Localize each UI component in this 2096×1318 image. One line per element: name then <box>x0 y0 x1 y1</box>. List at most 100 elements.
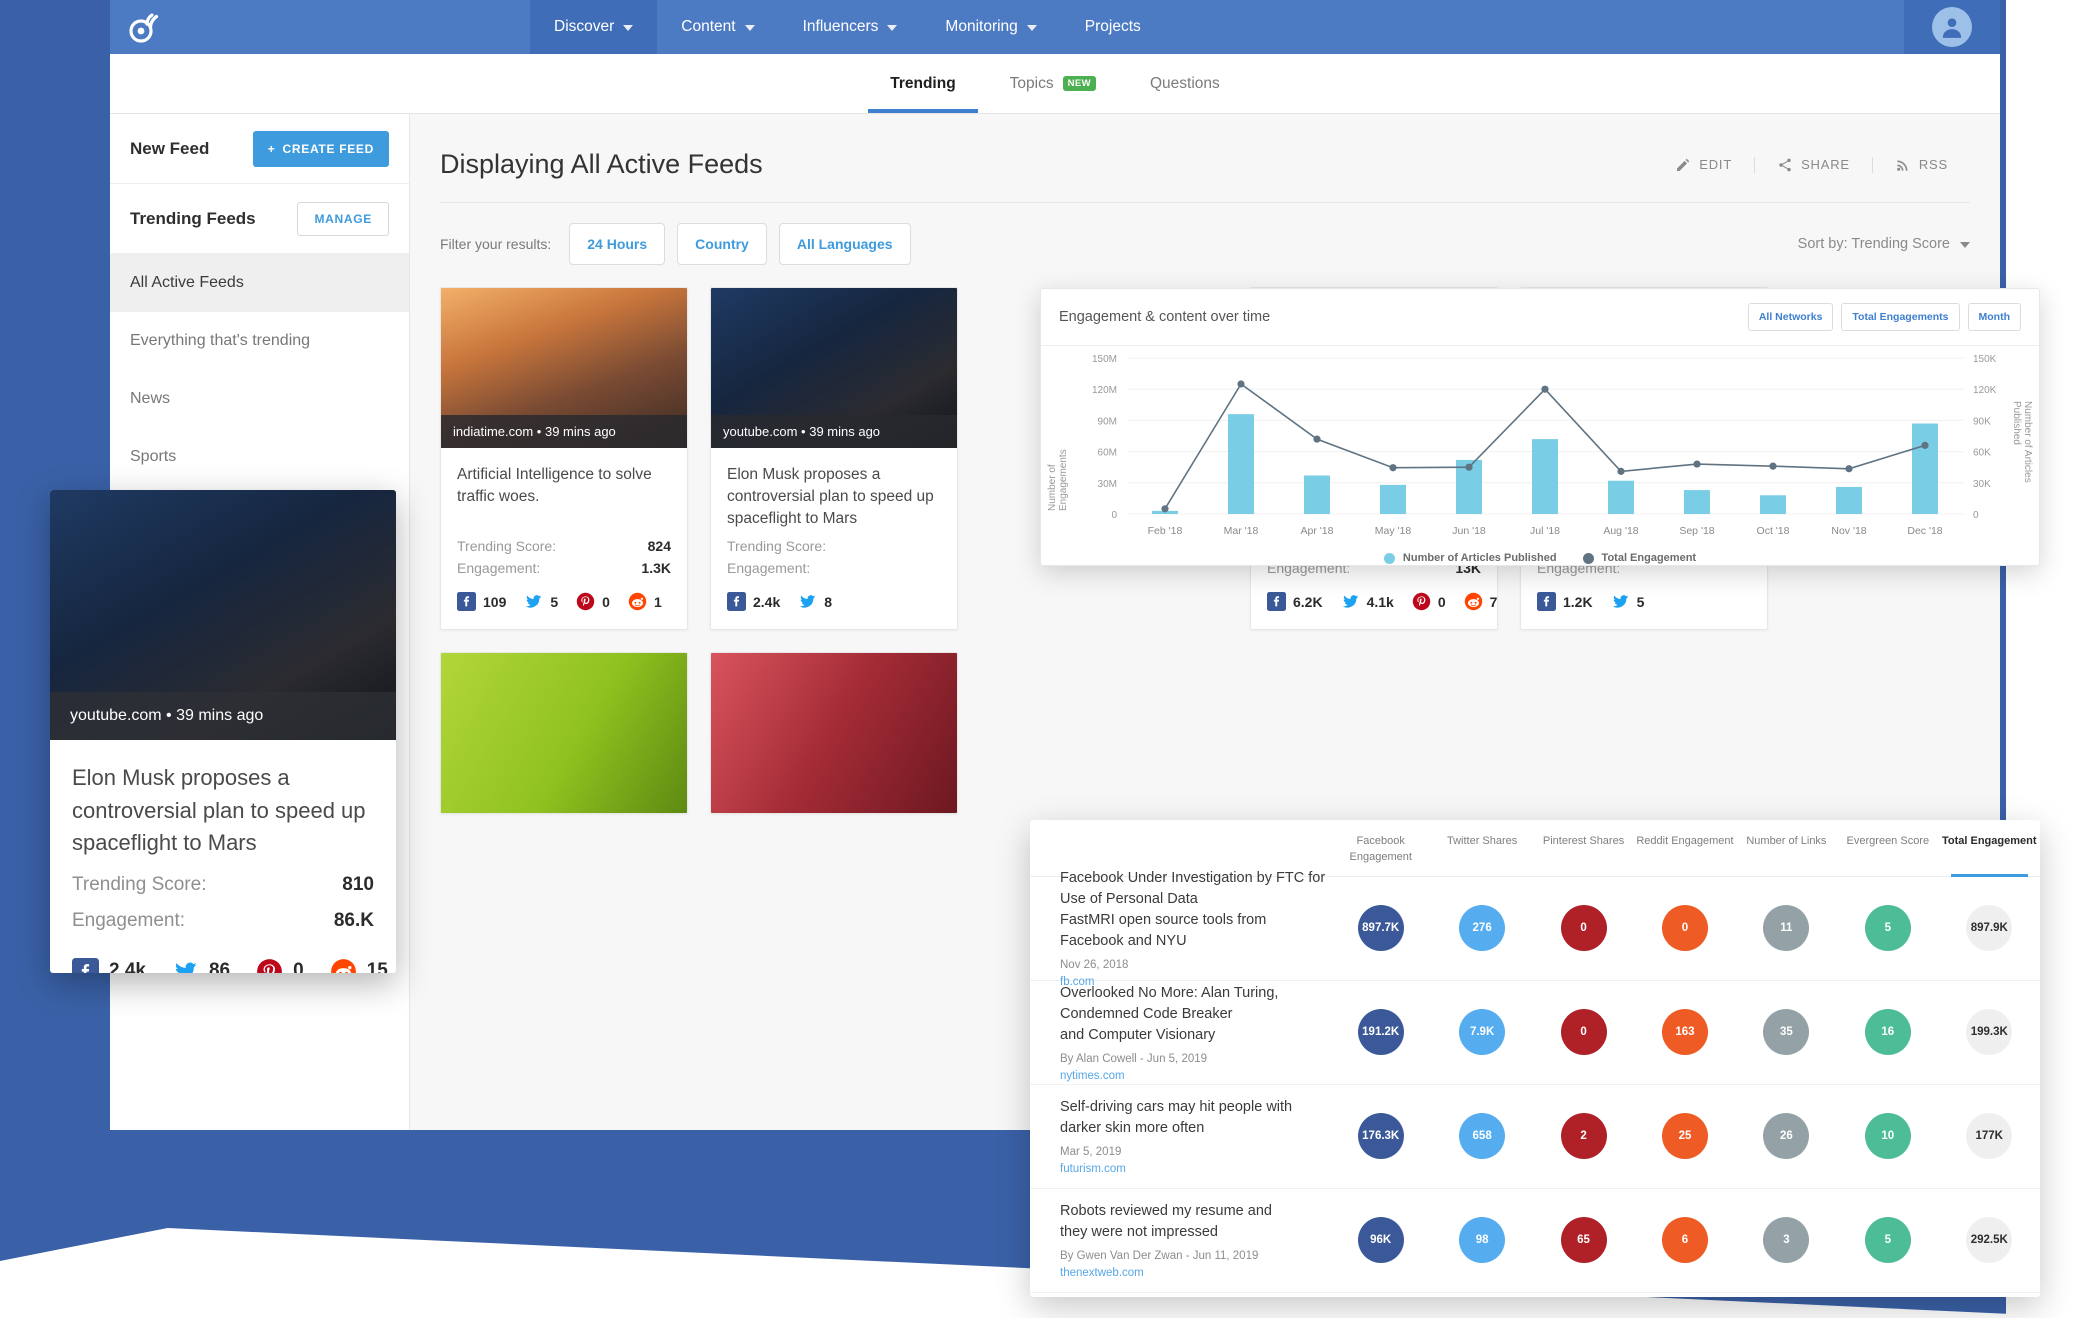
metric-bubble-facebook: 191.2K <box>1357 1009 1404 1056</box>
table-cell-title: Facebook Under Investigation by FTC for … <box>1030 868 1330 988</box>
tab-trending[interactable]: Trending <box>868 54 979 113</box>
article-domain-link[interactable]: nytimes.com <box>1060 1070 1330 1082</box>
edit-button[interactable]: EDIT <box>1653 157 1754 173</box>
column-header-reddit-engagement[interactable]: Reddit Engagement <box>1634 834 1735 876</box>
card-image: indiatime.com • 39 mins ago <box>441 288 687 448</box>
sidebar-item-label: Sports <box>130 448 177 465</box>
table-row[interactable]: Facebook Under Investigation by FTC for … <box>1030 870 2040 988</box>
chart-svg: 0 0 30M 30K 60M 60K 90M 90K 120M 120K 150M 150K Feb … <box>1092 354 1997 537</box>
twitter-value: 86 <box>208 960 231 973</box>
svg-text:90K: 90K <box>1973 416 1991 427</box>
table-cell-title: Overlooked No More: Alan Turing, Condemn… <box>1030 983 1330 1082</box>
facebook-stat: 6.2K <box>1267 592 1323 611</box>
sidebar-item-news[interactable]: News <box>110 370 409 428</box>
stat-label: Engagement: <box>457 560 541 576</box>
sidebar-item-all-active-feeds[interactable]: All Active Feeds <box>110 254 409 312</box>
chart-filter-period[interactable]: Month <box>1967 303 2021 331</box>
sort-by-label: Sort by: Trending Score <box>1797 236 1950 252</box>
filter-chip-languages[interactable]: All Languages <box>778 223 911 265</box>
metric-bubble-reddit: 0 <box>1661 905 1708 952</box>
nav-item-monitoring[interactable]: Monitoring <box>921 0 1060 54</box>
stat-value: 824 <box>647 538 671 554</box>
reddit-icon <box>330 958 356 973</box>
sort-by-dropdown[interactable]: Sort by: Trending Score <box>1798 236 1970 252</box>
tab-label: Questions <box>1149 74 1220 92</box>
column-header-total-engagement[interactable]: Total Engagement <box>1939 834 2040 877</box>
reddit-value: 15 <box>366 960 388 973</box>
table-cell-title: Robots reviewed my resume and they were n… <box>1030 1201 1330 1279</box>
svg-text:0: 0 <box>1973 510 1979 521</box>
share-button[interactable]: SHARE <box>1754 156 1872 173</box>
chart-filter-metric[interactable]: Total Engagements <box>1841 303 1960 331</box>
account-menu[interactable] <box>1904 0 2000 54</box>
nav-item-content[interactable]: Content <box>657 0 778 54</box>
pinterest-icon <box>576 592 595 611</box>
article-domain-link[interactable]: futurism.com <box>1060 1163 1330 1175</box>
manage-label: MANAGE <box>314 211 372 226</box>
create-feed-button[interactable]: + CREATE FEED <box>252 130 389 167</box>
card-social-row: 109 5 0 1 <box>457 592 671 611</box>
article-domain-link[interactable]: thenextweb.com <box>1060 1267 1330 1279</box>
facebook-value: 2.4k <box>753 593 781 610</box>
pinterest-value: 0 <box>1437 593 1446 610</box>
tab-questions[interactable]: Questions <box>1128 54 1242 113</box>
chart-filter-networks[interactable]: All Networks <box>1747 303 1834 331</box>
feed-card[interactable] <box>440 652 688 814</box>
rss-button[interactable]: RSS <box>1871 156 1970 173</box>
chevron-down-icon <box>887 25 898 31</box>
nav-items: Discover Content Influencers Monitoring … <box>530 0 1165 54</box>
chart-header: Engagement & content over time All Netwo… <box>1041 289 2039 346</box>
feed-card[interactable]: indiatime.com • 39 mins ago Artificial I… <box>440 287 688 630</box>
column-header-twitter-shares[interactable]: Twitter Shares <box>1431 834 1532 876</box>
table-row[interactable]: Self-driving cars may hit people with dar… <box>1030 1085 2040 1189</box>
table-body: Facebook Under Investigation by FTC for … <box>1030 870 2040 1293</box>
app-logo[interactable] <box>110 0 180 54</box>
metric-bubble-evergreen: 5 <box>1864 1217 1911 1264</box>
article-meta: Mar 5, 2019 <box>1060 1146 1122 1159</box>
nav-item-discover[interactable]: Discover <box>530 0 658 54</box>
table-cell-metric: 16 <box>1837 1009 1938 1056</box>
stat-value: 810 <box>342 873 374 895</box>
sidebar-item-sports[interactable]: Sports <box>110 428 409 486</box>
share-label: SHARE <box>1801 157 1850 172</box>
stat-label: Engagement: <box>727 560 811 576</box>
facebook-stat: 1.2K <box>1537 592 1593 611</box>
filter-chip-country[interactable]: Country <box>677 223 767 265</box>
column-header-facebook-engagement[interactable]: Facebook Engagement <box>1330 834 1431 876</box>
buzzsumo-logo-icon <box>129 13 159 43</box>
share-icon <box>1779 158 1791 171</box>
card-title: Elon Musk proposes a controversial plan … <box>727 466 934 527</box>
svg-text:30M: 30M <box>1098 479 1117 490</box>
column-header-number-of-links[interactable]: Number of Links <box>1736 834 1837 876</box>
page-title: Displaying All Active Feeds <box>440 149 763 179</box>
feed-card[interactable]: youtube.com • 39 mins ago Elon Musk prop… <box>710 287 958 630</box>
column-header-pinterest-shares[interactable]: Pinterest Shares <box>1533 834 1634 876</box>
twitter-icon <box>1342 595 1358 608</box>
nav-item-label: Monitoring <box>945 18 1018 35</box>
nav-item-projects[interactable]: Projects <box>1061 0 1165 54</box>
stat-label: Engagement: <box>72 909 186 931</box>
facebook-stat: 2.4k <box>727 592 780 611</box>
article-title-line: darker skin more often <box>1060 1120 1205 1137</box>
tab-topics[interactable]: Topics NEW <box>988 54 1118 113</box>
feed-card[interactable] <box>710 652 958 814</box>
chart-plot-area: Number of Engagements Number of Articles… <box>1041 346 2039 566</box>
card-trending-score: Trending Score: <box>727 538 941 554</box>
svg-text:Jun '18: Jun '18 <box>1452 525 1486 537</box>
manage-feeds-button[interactable]: MANAGE <box>297 201 389 236</box>
column-header-evergreen-score[interactable]: Evergreen Score <box>1837 834 1938 876</box>
table-cell-metric: 2 <box>1533 1113 1634 1160</box>
sidebar-item-everything-trending[interactable]: Everything that's trending <box>110 312 409 370</box>
twitter-icon <box>1612 595 1628 608</box>
nav-item-influencers[interactable]: Influencers <box>779 0 922 54</box>
featured-article-card[interactable]: youtube.com • 39 mins ago Elon Musk prop… <box>50 490 396 973</box>
rss-label: RSS <box>1918 157 1948 172</box>
twitter-value: 8 <box>824 593 833 610</box>
filter-chip-time[interactable]: 24 Hours <box>569 223 666 265</box>
table-row[interactable]: Overlooked No More: Alan Turing, Condemn… <box>1030 981 2040 1085</box>
sidebar-trending-feeds-row: Trending Feeds MANAGE <box>110 184 409 254</box>
pinterest-stat: 0 <box>576 592 610 611</box>
table-row[interactable]: Robots reviewed my resume and they were n… <box>1030 1189 2040 1293</box>
sidebar-new-feed-title: New Feed <box>130 138 210 158</box>
reddit-stat: 1 <box>628 592 662 611</box>
